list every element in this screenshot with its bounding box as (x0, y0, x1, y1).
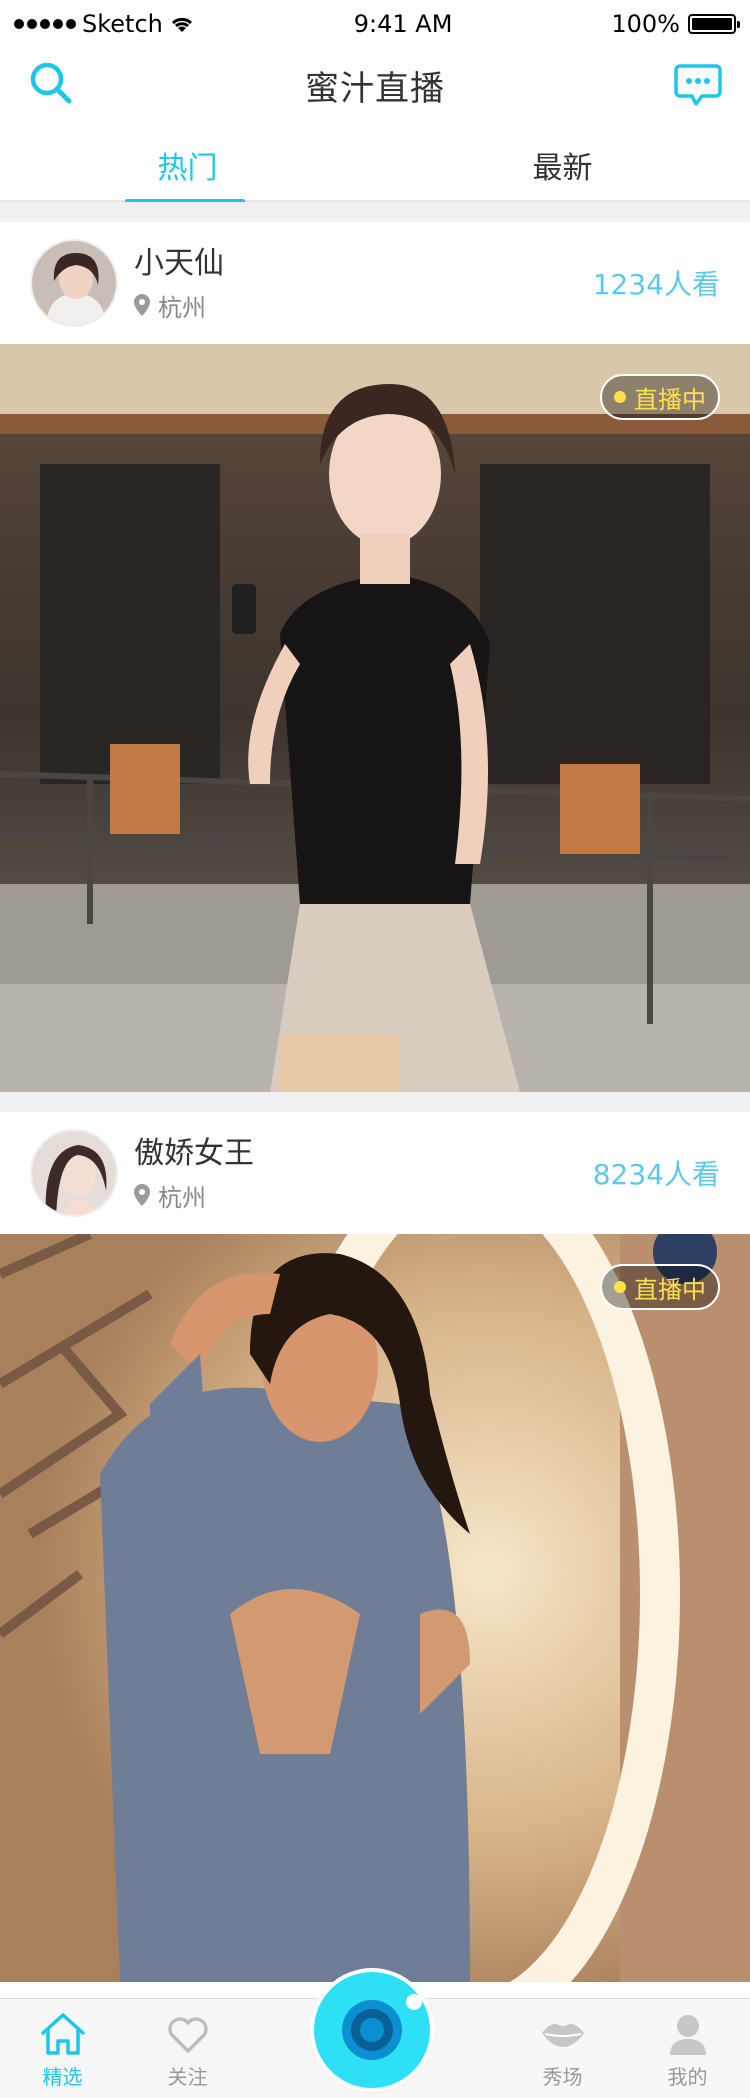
divider (0, 202, 750, 222)
tab-latest[interactable]: 最新 (375, 128, 750, 202)
tabbar-item-follow[interactable]: 关注 (125, 1998, 250, 2098)
location-pin-icon (134, 1184, 150, 1206)
live-dot-icon (614, 1281, 626, 1293)
camera-icon (342, 1994, 422, 2060)
card-header: 小天仙 杭州 1234人看 (0, 222, 750, 344)
tabbar-label: 秀场 (542, 2065, 583, 2089)
stream-card[interactable]: 小天仙 杭州 1234人看 直播中 (0, 222, 750, 1092)
tabbar-label: 关注 (167, 2065, 208, 2089)
live-badge-label: 直播中 (634, 385, 706, 414)
viewer-count: 8234人看 (592, 1158, 720, 1191)
live-dot-icon (614, 391, 626, 403)
page-title: 蜜汁直播 (305, 68, 445, 109)
tab-bar: 热门 最新 (0, 128, 750, 204)
tabbar-center (250, 1972, 500, 2098)
location-label: 杭州 (158, 1183, 206, 1212)
viewer-count: 1234人看 (592, 268, 720, 301)
tabbar-item-featured[interactable]: 精选 (0, 1998, 125, 2098)
tabbar-label: 精选 (42, 2065, 83, 2089)
location-pin-icon (134, 294, 150, 316)
live-badge-label: 直播中 (634, 1275, 706, 1304)
status-bar: Sketch 9:41 AM 100% (0, 0, 750, 48)
live-badge: 直播中 (600, 374, 720, 420)
user-icon (669, 2015, 706, 2055)
user-info: 小天仙 杭州 (134, 244, 593, 323)
battery-icon (687, 14, 740, 34)
message-icon[interactable] (674, 62, 722, 108)
tabbar-label: 我的 (667, 2065, 708, 2089)
status-time: 9:41 AM (353, 10, 453, 38)
user-location: 杭州 (134, 288, 593, 323)
tabbar-item-show[interactable]: 秀场 (500, 1998, 625, 2098)
home-icon (40, 2013, 85, 2055)
stream-thumbnail[interactable]: 直播中 (0, 344, 750, 1092)
avatar[interactable] (30, 1129, 118, 1217)
carrier-label: Sketch (82, 10, 163, 38)
tab-hot[interactable]: 热门 (0, 128, 375, 204)
user-name: 傲娇女王 (134, 1135, 254, 1171)
location-label: 杭州 (158, 293, 206, 322)
wifi-icon (171, 17, 192, 32)
lips-icon (541, 2024, 584, 2047)
bottom-tab-bar: 精选 关注 秀场 我的 (0, 1972, 750, 2098)
battery-percent: 100% (611, 10, 680, 38)
avatar[interactable] (30, 239, 118, 327)
user-name: 小天仙 (134, 245, 224, 281)
stream-photo (0, 1234, 750, 1982)
tabbar-item-mine[interactable]: 我的 (625, 1998, 750, 2098)
heart-icon (167, 2017, 208, 2053)
status-right: 100% (611, 10, 740, 38)
nav-bar: 蜜汁直播 (0, 48, 750, 122)
search-icon[interactable] (28, 60, 74, 106)
user-info: 傲娇女王 杭州 (134, 1134, 593, 1213)
stream-thumbnail[interactable]: 直播中 (0, 1234, 750, 1982)
stream-photo (0, 344, 750, 1092)
signal-icon (14, 19, 76, 29)
card-header: 傲娇女王 杭州 8234人看 (0, 1112, 750, 1234)
live-badge: 直播中 (600, 1264, 720, 1310)
divider (0, 1092, 750, 1112)
go-live-button[interactable] (314, 1972, 430, 2088)
status-left: Sketch (14, 10, 195, 38)
stream-card[interactable]: 傲娇女王 杭州 8234人看 直播中 (0, 1112, 750, 1982)
user-location: 杭州 (134, 1178, 593, 1213)
